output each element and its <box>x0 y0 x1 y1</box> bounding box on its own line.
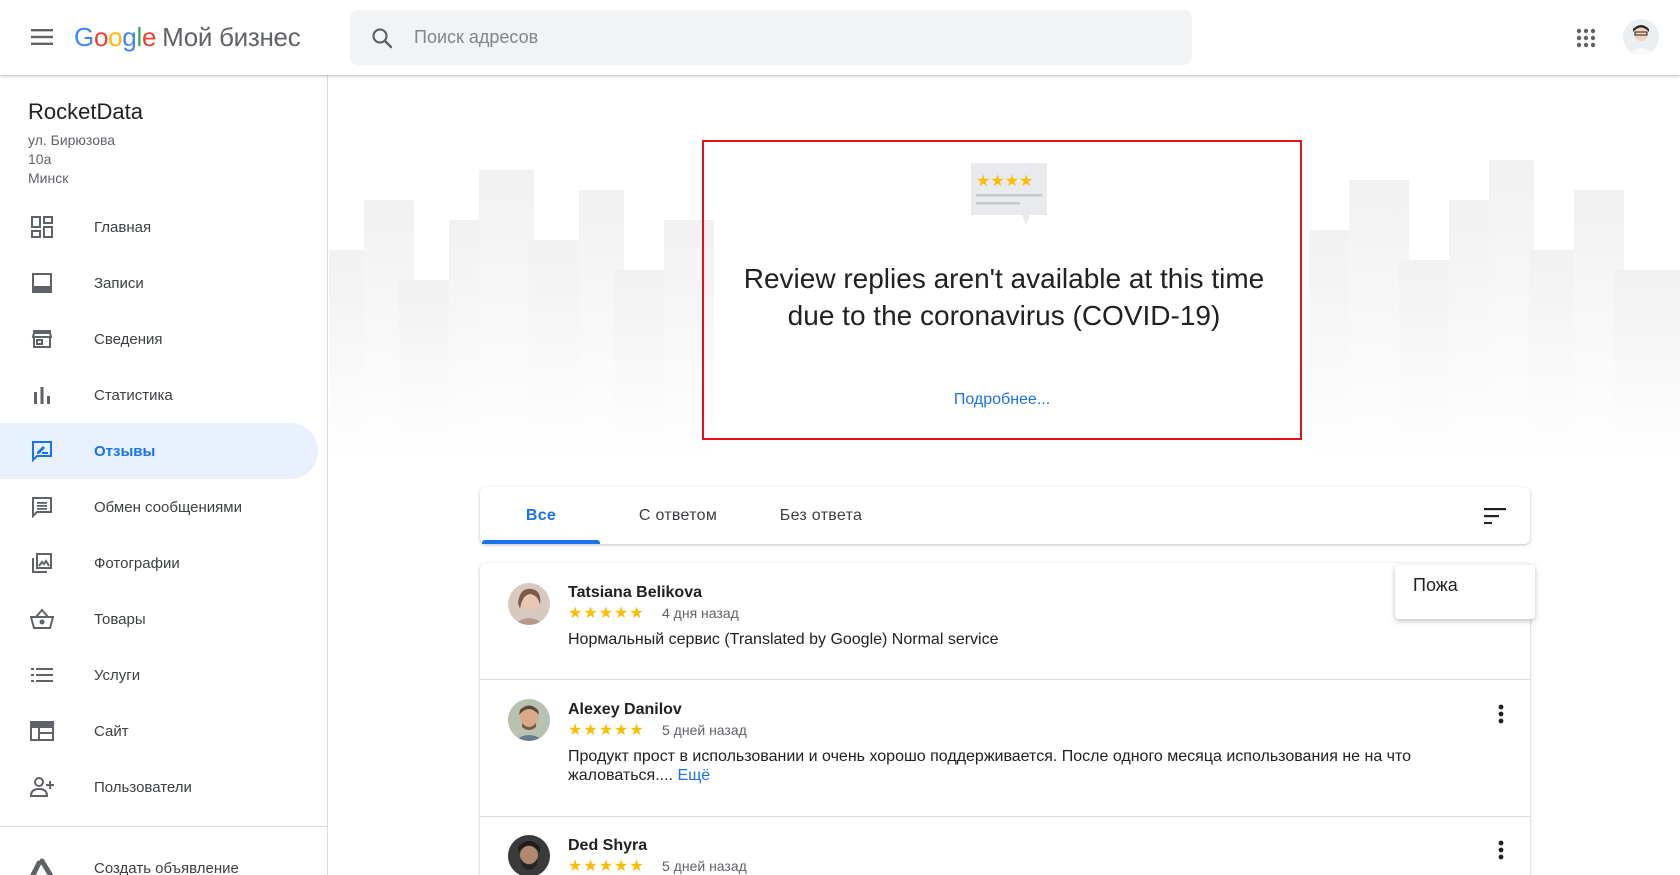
sidebar-item-label: Главная <box>94 218 152 236</box>
sidebar-item-website[interactable]: Сайт <box>0 703 318 759</box>
tab-all[interactable]: Все <box>482 487 600 544</box>
svg-text:★★★★: ★★★★ <box>976 171 1033 190</box>
message-icon <box>28 493 56 521</box>
review-date: 5 дней назад <box>662 858 747 874</box>
shopping-basket-icon <box>28 605 56 633</box>
sidebar-item-posts[interactable]: Записи <box>0 255 318 311</box>
search-bar <box>350 10 1192 65</box>
sidebar-item-label: Услуги <box>94 666 141 684</box>
covid-notice-box: ★★★★ Review replies aren't available at … <box>702 140 1302 440</box>
reviewer-name: Ded Shyra <box>568 837 648 854</box>
search-input[interactable] <box>414 27 1114 48</box>
dashboard-icon <box>28 213 56 241</box>
web-icon <box>28 717 56 745</box>
apps-grid-icon[interactable] <box>1568 20 1604 56</box>
active-tab-indicator <box>482 540 600 544</box>
list-icon <box>28 661 56 689</box>
main-content: ★★★★ Review replies aren't available at … <box>329 75 1680 875</box>
product-name: Мой бизнес <box>162 22 301 52</box>
sidebar-item-label: Статистика <box>94 386 173 404</box>
review-text: Нормальный сервис (Translated by Google)… <box>568 631 999 648</box>
review-item: Ded Shyra ★★★★★ 5 дней назад <box>480 817 1530 875</box>
sidebar-item-info[interactable]: Сведения <box>0 311 318 367</box>
sidebar-item-label: Создать объявление <box>94 859 239 875</box>
bar-chart-icon <box>28 381 56 409</box>
sidebar-item-label: Товары <box>94 610 146 628</box>
sidebar-item-label: Сайт <box>94 722 129 740</box>
storefront-icon <box>28 325 56 353</box>
sidebar-item-home[interactable]: Главная <box>0 199 318 255</box>
review-card-icon: ★★★★ <box>971 163 1047 225</box>
read-more-link[interactable]: Ещё <box>677 767 710 784</box>
review-item: Tatsiana Belikova ★★★★★ 4 дня назад Норм… <box>480 563 1530 680</box>
reviewer-avatar[interactable] <box>508 699 550 741</box>
report-menu-popup[interactable]: Пожа <box>1395 565 1535 619</box>
sidebar-item-label: Сведения <box>94 330 163 348</box>
google-my-business-logo[interactable]: Google Мой бизнес <box>74 22 301 53</box>
reviewer-name: Tatsiana Belikova <box>568 584 702 601</box>
business-address: ул. Бирюзова 10а Минск <box>28 132 116 186</box>
photo-library-icon <box>28 549 56 577</box>
rating-stars: ★★★★★ <box>568 858 645 875</box>
business-name: RocketData <box>28 99 143 124</box>
reviews-list: Tatsiana Belikova ★★★★★ 4 дня назад Норм… <box>480 563 1530 875</box>
reviewer-avatar[interactable] <box>508 583 550 625</box>
sidebar-nav: Главная Записи Сведения Статистика Отзыв… <box>0 199 328 815</box>
popup-label: Пожа <box>1413 575 1458 595</box>
google-ads-icon <box>28 854 56 875</box>
sidebar-item-label: Фотографии <box>94 554 180 572</box>
sidebar-item-reviews[interactable]: Отзывы <box>0 423 318 479</box>
sidebar-item-products[interactable]: Товары <box>0 591 318 647</box>
person-add-icon <box>28 773 56 801</box>
review-item: Alexey Danilov ★★★★★ 5 дней назад Продук… <box>480 680 1530 817</box>
posts-icon <box>28 269 56 297</box>
sidebar-item-messages[interactable]: Обмен сообщениями <box>0 479 318 535</box>
review-date: 5 дней назад <box>662 722 747 738</box>
sidebar-item-label: Пользователи <box>94 778 192 796</box>
review-text: Продукт прост в использовании и очень хо… <box>568 748 1412 784</box>
search-icon[interactable] <box>350 26 414 50</box>
sidebar-item-photos[interactable]: Фотографии <box>0 535 318 591</box>
sidebar-item-services[interactable]: Услуги <box>0 647 318 703</box>
sort-icon[interactable] <box>1480 501 1510 531</box>
learn-more-link[interactable]: Подробнее... <box>704 391 1300 409</box>
reviewer-avatar[interactable] <box>508 835 550 875</box>
sidebar-item-create-ad[interactable]: Создать объявление <box>0 840 318 875</box>
sidebar-item-label: Отзывы <box>94 442 156 460</box>
sidebar-divider <box>0 826 328 827</box>
tab-replied[interactable]: С ответом <box>614 487 742 544</box>
rating-stars: ★★★★★ <box>568 605 645 622</box>
sidebar: RocketData ул. Бирюзова 10а Минск Главна… <box>0 75 328 875</box>
menu-icon[interactable] <box>24 22 60 52</box>
sidebar-item-label: Обмен сообщениями <box>94 498 242 516</box>
more-vert-icon[interactable] <box>1486 699 1516 729</box>
sidebar-item-stats[interactable]: Статистика <box>0 367 318 423</box>
account-avatar[interactable] <box>1623 19 1659 55</box>
top-app-bar: Google Мой бизнес <box>0 0 1680 75</box>
sidebar-item-label: Записи <box>94 274 144 292</box>
review-filter-tabs: Все С ответом Без ответа <box>480 487 1530 544</box>
tab-unreplied[interactable]: Без ответа <box>760 487 882 544</box>
rating-stars: ★★★★★ <box>568 722 645 739</box>
sidebar-extra: Создать объявление <box>0 840 318 875</box>
reviewer-name: Alexey Danilov <box>568 701 682 718</box>
more-vert-icon[interactable] <box>1486 835 1516 865</box>
sidebar-item-users[interactable]: Пользователи <box>0 759 318 815</box>
review-date: 4 дня назад <box>662 605 739 621</box>
rate-review-icon <box>28 437 56 465</box>
covid-notice-text: Review replies aren't available at this … <box>743 263 1265 331</box>
